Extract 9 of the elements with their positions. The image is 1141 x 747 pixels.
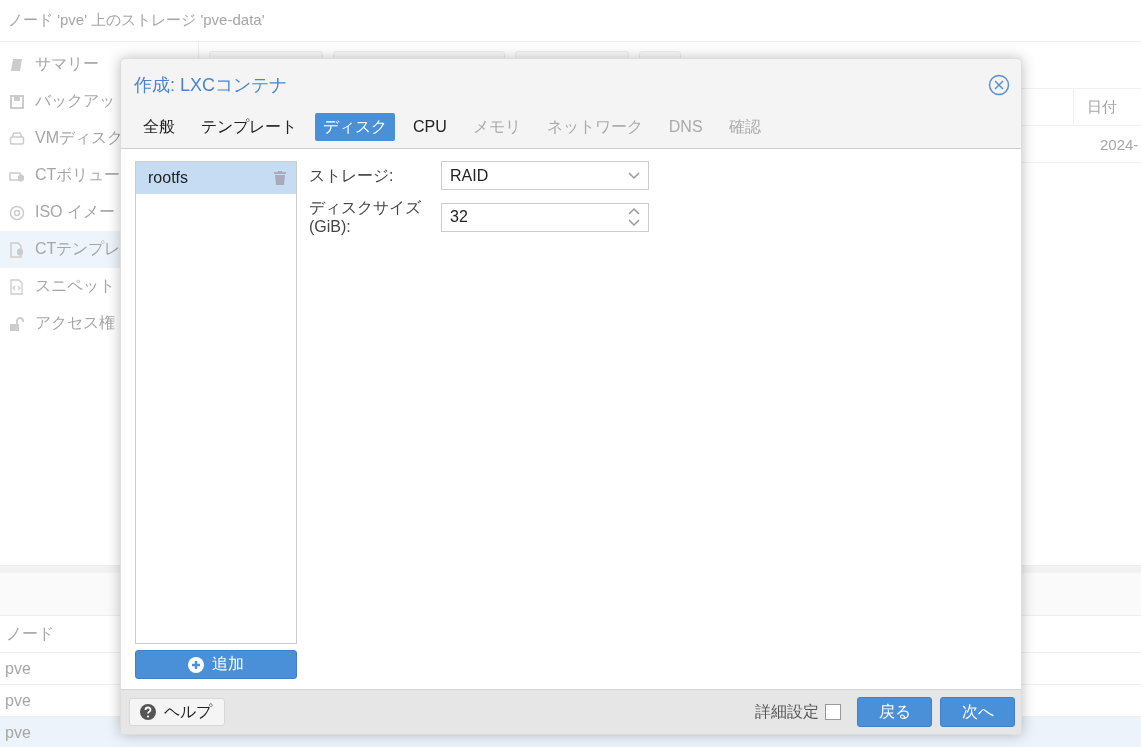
table-cell-text: 2024- [1100, 135, 1140, 153]
table-cell: pve [5, 691, 31, 710]
checkbox-label: 詳細設定 [755, 701, 819, 722]
field-label: ディスクサイズ (GiB): [309, 198, 422, 236]
table-cell: pve [5, 723, 31, 742]
dialog-title: 作成: LXCコンテナ [134, 74, 288, 97]
page-title: ノード 'pve' 上のストレージ 'pve-data' [8, 11, 265, 30]
field-label: ストレージ: [309, 166, 395, 185]
table-cell: pve [5, 659, 31, 678]
